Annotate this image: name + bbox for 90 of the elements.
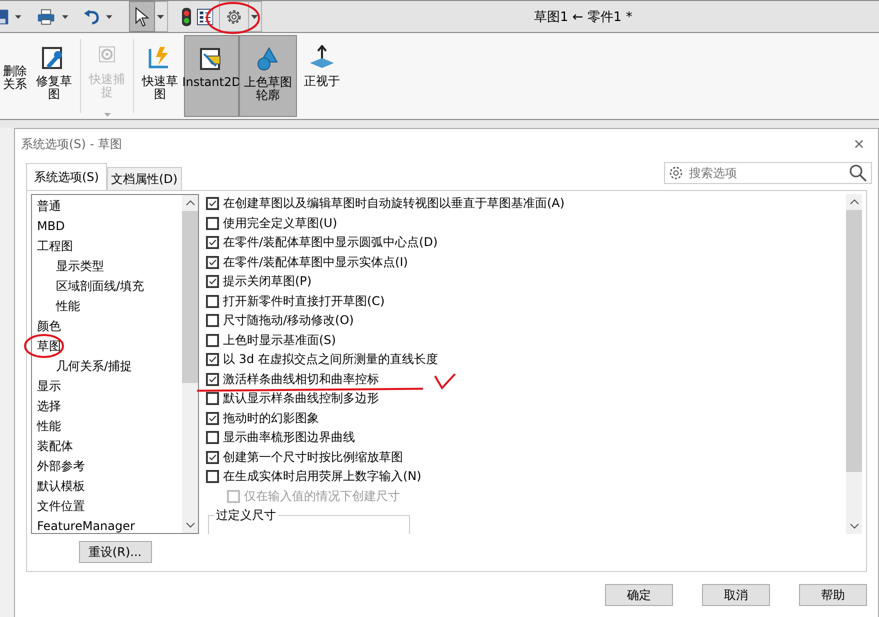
tree-item[interactable]: 显示 <box>32 376 182 396</box>
tree-item[interactable]: 选择 <box>32 396 182 416</box>
search-field[interactable]: 搜索选项 <box>664 162 872 184</box>
checkbox[interactable] <box>206 450 219 464</box>
arrow-plane-icon <box>308 45 336 71</box>
annotation-check-mark <box>434 373 456 390</box>
tree-item[interactable]: 文件位置 <box>32 496 182 516</box>
ribbon-button[interactable]: 删除关系 <box>0 35 30 117</box>
close-button[interactable]: × <box>844 134 874 155</box>
ribbon-button[interactable]: 修复草图 <box>30 35 78 117</box>
option-label: 显示曲率梳形图边界曲线 <box>223 429 355 446</box>
scrollbar[interactable] <box>846 194 862 534</box>
checkbox[interactable] <box>206 353 219 366</box>
option-label: 提示关闭草图(P) <box>223 273 312 290</box>
search-icon[interactable] <box>849 164 867 182</box>
checkbox[interactable] <box>206 256 219 269</box>
tree-item[interactable]: 默认模板 <box>32 476 182 496</box>
checkbox[interactable] <box>206 216 219 230</box>
caret-icon[interactable] <box>62 14 68 18</box>
ribbon-button[interactable]: Instant2D <box>184 35 239 117</box>
dialog-title: 系统选项(S) - 草图 <box>21 136 122 153</box>
option-label: 在创建草图以及编辑草图时自动旋转视图以垂直于草图基准面(A) <box>223 195 565 212</box>
caret-icon <box>251 14 258 18</box>
tab[interactable]: 系统选项(S) <box>26 163 107 190</box>
settings-icon <box>669 166 683 180</box>
caret-icon <box>104 113 110 117</box>
tree-item[interactable]: 几何关系/捕捉 <box>32 356 182 376</box>
option-label: 激活样条曲线相切和曲率控标 <box>223 370 379 388</box>
checkbox[interactable] <box>206 431 219 444</box>
traffic-light-icon[interactable] <box>182 6 191 26</box>
caret-icon[interactable] <box>15 14 22 18</box>
printer-icon[interactable] <box>37 8 56 26</box>
tree-item[interactable]: 普通 <box>32 196 182 216</box>
caret-icon[interactable] <box>106 14 113 18</box>
checkbox[interactable] <box>206 275 219 288</box>
options-dropdown[interactable] <box>248 1 262 32</box>
reset-button[interactable]: 重设(R)... <box>78 541 152 563</box>
tree-item[interactable]: 性能 <box>32 416 182 436</box>
tree-item[interactable]: MBD <box>32 216 182 236</box>
checkbox[interactable] <box>206 372 219 386</box>
checkbox[interactable] <box>206 470 219 484</box>
tree-item[interactable]: 颜色 <box>32 316 182 336</box>
option-label: 创建第一个尺寸时按比例缩放草图 <box>223 448 403 466</box>
select-dropdown[interactable] <box>154 1 168 32</box>
ribbon-button[interactable]: 上色草图轮廓 <box>239 35 297 117</box>
settings-icon <box>224 8 243 26</box>
option-label: 使用完全定义草图(U) <box>223 214 338 232</box>
tree-item[interactable]: 工程图 <box>32 236 182 256</box>
ribbon-button[interactable]: 正视于 <box>297 35 347 117</box>
dialog-button[interactable]: 帮助 <box>799 584 867 606</box>
tab[interactable]: 文档属性(D) <box>106 167 182 190</box>
checkbox[interactable] <box>206 412 219 425</box>
search-input[interactable]: 搜索选项 <box>687 165 845 181</box>
tree-item[interactable]: 性能 <box>32 296 182 316</box>
tree-item[interactable]: 显示类型 <box>32 256 182 276</box>
annotation-circle <box>24 334 64 358</box>
options-button[interactable] <box>218 1 249 32</box>
checkbox[interactable] <box>206 334 219 347</box>
option-label: 默认显示样条曲线控制多边形 <box>223 390 379 408</box>
dialog-button[interactable]: 确定 <box>605 584 673 606</box>
tree-item[interactable]: 区域剖面线/填充 <box>32 276 182 296</box>
option-label: 拖动时的幻影图象 <box>223 410 319 427</box>
checkbox[interactable] <box>206 236 219 250</box>
option-label: 在生成实体时启用荧屏上数字输入(N) <box>223 468 422 486</box>
checkbox[interactable] <box>206 294 219 308</box>
group-title: 过定义尺寸 <box>214 507 278 524</box>
tree-item[interactable]: 装配体 <box>32 436 182 456</box>
ribbon-button[interactable]: 快速草图 <box>136 35 184 117</box>
window-title: 草图1 ← 零件1 * <box>534 8 632 26</box>
checkbox[interactable] <box>206 314 219 328</box>
caret-icon <box>157 14 164 18</box>
undo-icon[interactable] <box>84 8 100 24</box>
option-label: 在零件/装配体草图中显示圆弧中心点(D) <box>223 234 438 252</box>
save-icon[interactable] <box>0 6 10 26</box>
option-label: 打开新零件时直接打开草图(C) <box>223 292 385 310</box>
tree-item[interactable]: 外部参考 <box>32 456 182 476</box>
option-label: 仅在输入值的情况下创建尺寸 <box>244 488 400 505</box>
scrollbar[interactable] <box>182 195 198 533</box>
pointer-icon <box>134 6 149 26</box>
annotation-circle <box>206 2 260 34</box>
option-label: 尺寸随拖动/移动修改(O) <box>223 312 354 330</box>
checkbox[interactable] <box>206 197 219 210</box>
checkbox[interactable] <box>206 392 219 406</box>
dialog-button[interactable]: 取消 <box>702 584 770 606</box>
option-label: 以 3d 在虚拟交点之间所测量的直线长度 <box>223 351 438 368</box>
select-button[interactable] <box>128 1 155 32</box>
tree-item[interactable]: 草图 <box>32 336 182 356</box>
option-label: 在零件/装配体草图中显示实体点(I) <box>223 254 408 271</box>
tree-item[interactable]: FeatureManager <box>32 516 182 533</box>
option-label: 上色时显示基准面(S) <box>223 332 336 349</box>
